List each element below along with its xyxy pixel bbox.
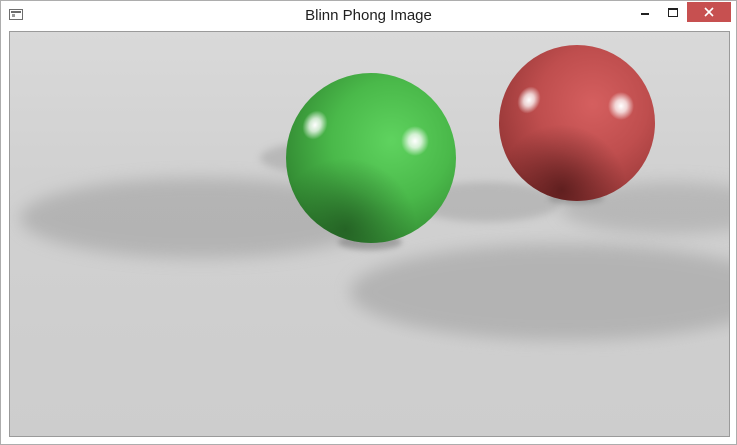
rendered-scene	[10, 32, 729, 436]
minimize-button[interactable]	[631, 2, 659, 22]
close-icon	[704, 7, 714, 17]
minimize-icon	[641, 13, 649, 15]
render-canvas	[9, 31, 730, 437]
red-sphere	[499, 45, 655, 201]
maximize-button[interactable]	[659, 2, 687, 22]
title-bar[interactable]: Blinn Phong Image	[1, 1, 736, 31]
green-sphere	[286, 73, 456, 243]
maximize-icon	[668, 7, 678, 17]
app-window: Blinn Phong Image	[0, 0, 737, 445]
window-app-icon[interactable]	[9, 9, 23, 20]
window-title: Blinn Phong Image	[305, 7, 432, 24]
close-button[interactable]	[687, 2, 731, 22]
